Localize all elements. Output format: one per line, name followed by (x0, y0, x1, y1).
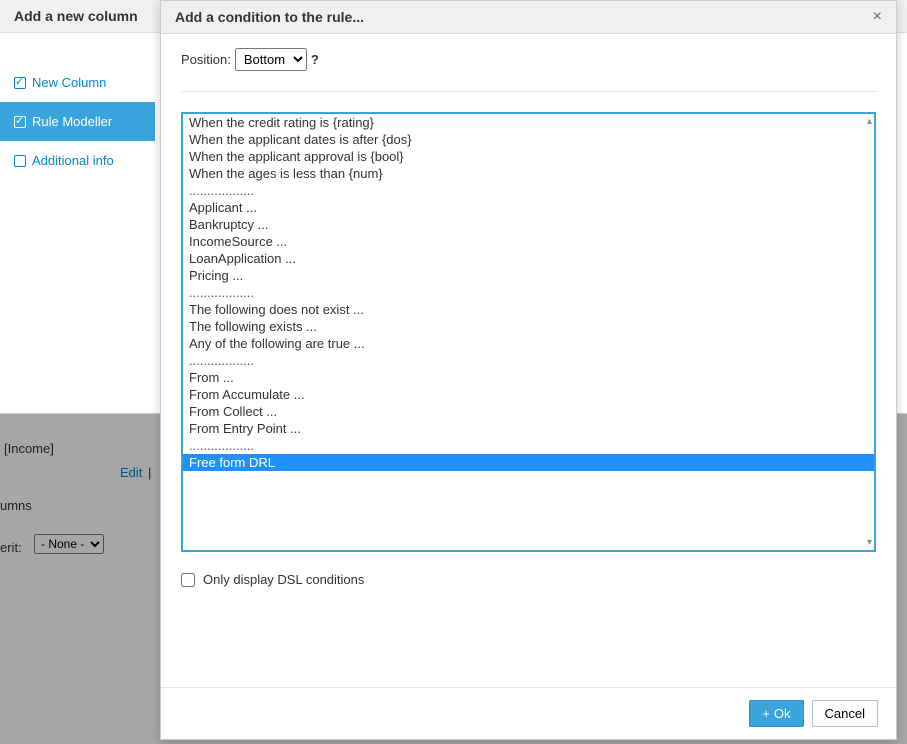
wizard-step-additional-info[interactable]: Additional info (0, 141, 155, 180)
add-condition-title: Add a condition to the rule... (175, 9, 364, 25)
wizard-step-rule-modeller[interactable]: Rule Modeller (0, 102, 155, 141)
condition-option[interactable]: The following exists ... (183, 318, 874, 335)
condition-option[interactable]: From Entry Point ... (183, 420, 874, 437)
condition-option[interactable]: .................. (183, 352, 874, 369)
condition-option[interactable]: Pricing ... (183, 267, 874, 284)
condition-option[interactable]: .................. (183, 284, 874, 301)
condition-option[interactable]: IncomeSource ... (183, 233, 874, 250)
only-dsl-checkbox[interactable] (181, 573, 195, 587)
condition-option[interactable]: When the credit rating is {rating} (183, 114, 874, 131)
ok-label: Ok (774, 706, 791, 721)
check-icon (14, 77, 26, 89)
condition-option[interactable]: Applicant ... (183, 199, 874, 216)
position-row: Position: Bottom ? (181, 48, 876, 71)
condition-option[interactable]: LoanApplication ... (183, 250, 874, 267)
wizard-step-label: Additional info (32, 153, 114, 168)
condition-option[interactable]: When the applicant dates is after {dos} (183, 131, 874, 148)
cancel-button[interactable]: Cancel (812, 700, 878, 727)
condition-option[interactable]: Any of the following are true ... (183, 335, 874, 352)
add-condition-body: Position: Bottom ? ▴ ▾ When the credit r… (161, 34, 896, 687)
condition-option[interactable]: From ... (183, 369, 874, 386)
check-icon (14, 116, 26, 128)
plus-icon: + (762, 706, 770, 721)
condition-option[interactable]: When the applicant approval is {bool} (183, 148, 874, 165)
add-column-title: Add a new column (14, 8, 138, 24)
condition-option[interactable]: Bankruptcy ... (183, 216, 874, 233)
condition-listbox[interactable]: ▴ ▾ When the credit rating is {rating}Wh… (181, 112, 876, 552)
ok-button[interactable]: + Ok (749, 700, 803, 727)
condition-option[interactable]: Free form DRL (183, 454, 874, 471)
condition-option[interactable]: .................. (183, 182, 874, 199)
wizard-nav: New Column Rule Modeller Additional info (0, 33, 155, 413)
scroll-down-icon: ▾ (867, 537, 872, 548)
close-icon[interactable]: × (873, 9, 882, 25)
add-condition-header: Add a condition to the rule... × (161, 1, 896, 34)
wizard-step-new-column[interactable]: New Column (0, 63, 155, 102)
condition-option[interactable]: From Accumulate ... (183, 386, 874, 403)
position-select[interactable]: Bottom (235, 48, 307, 71)
wizard-step-label: Rule Modeller (32, 114, 112, 129)
only-dsl-label: Only display DSL conditions (203, 572, 364, 587)
position-label: Position: (181, 52, 231, 67)
condition-option[interactable]: The following does not exist ... (183, 301, 874, 318)
condition-option[interactable]: From Collect ... (183, 403, 874, 420)
help-icon[interactable]: ? (311, 52, 319, 67)
separator (181, 91, 876, 92)
add-condition-footer: + Ok Cancel (161, 687, 896, 739)
scroll-up-icon: ▴ (867, 116, 872, 127)
unchecked-icon (14, 155, 26, 167)
wizard-step-label: New Column (32, 75, 106, 90)
condition-option[interactable]: When the ages is less than {num} (183, 165, 874, 182)
add-condition-dialog: Add a condition to the rule... × Positio… (160, 0, 897, 740)
condition-option[interactable]: .................. (183, 437, 874, 454)
only-dsl-row[interactable]: Only display DSL conditions (181, 572, 876, 587)
